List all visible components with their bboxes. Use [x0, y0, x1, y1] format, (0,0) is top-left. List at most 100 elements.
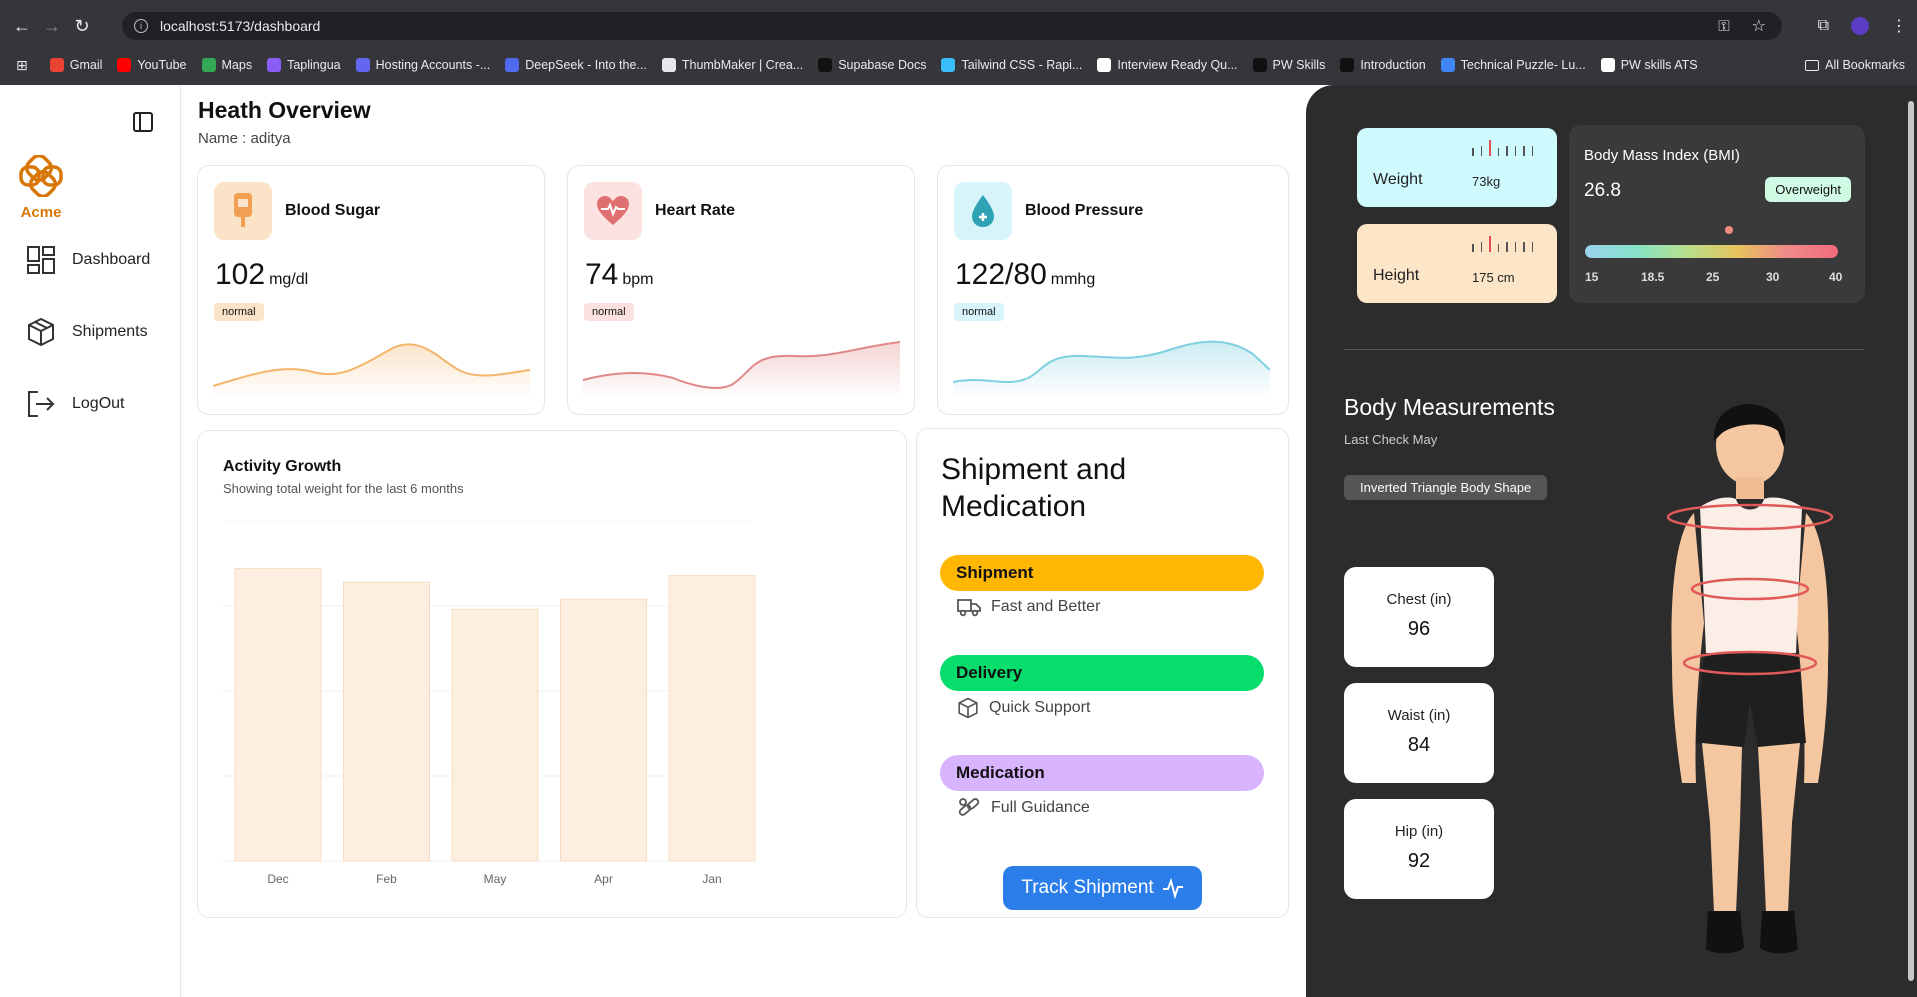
profile-avatar[interactable]: [1851, 17, 1869, 35]
bookmark-favicon-icon: [941, 58, 956, 72]
reload-icon[interactable]: ↻: [68, 12, 96, 40]
chart-x-tick-label: Dec: [267, 872, 288, 886]
bmi-status-badge: Overweight: [1765, 177, 1851, 202]
bookmark-favicon-icon: [1340, 58, 1355, 72]
scrollbar-thumb[interactable]: [1908, 101, 1914, 981]
page-title: Heath Overview: [198, 97, 371, 123]
sidebar-collapse-icon[interactable]: [133, 112, 153, 132]
delivery-detail: Quick Support: [957, 697, 1090, 719]
activity-growth-card: Activity Growth Showing total weight for…: [197, 430, 907, 918]
browser-chrome: ← → ↻ i localhost:5173/dashboard ⚿ ☆ ⧉ ⋮…: [0, 0, 1917, 85]
divider: [1344, 349, 1864, 350]
measurements-subtitle: Last Check May: [1344, 432, 1438, 447]
bookmark-item[interactable]: ThumbMaker | Crea...: [661, 58, 803, 72]
bmi-card: Body Mass Index (BMI) 26.8 Overweight 15…: [1569, 125, 1865, 303]
track-shipment-button[interactable]: Track Shipment: [1003, 866, 1202, 910]
address-bar[interactable]: i localhost:5173/dashboard ⚿ ☆: [122, 12, 1782, 40]
main-content: Heath Overview Name : aditya Blood Sugar…: [181, 85, 1306, 997]
ruler-icon: [1472, 236, 1533, 252]
pills-icon: [958, 798, 980, 816]
bookmark-star-icon[interactable]: ☆: [1752, 16, 1766, 36]
bookmark-favicon-icon: [201, 58, 216, 72]
app-root: Acme Dashboard Shipments LogOut Heath Ov…: [0, 85, 1917, 997]
bookmark-item[interactable]: Tailwind CSS - Rapi...: [941, 58, 1082, 72]
vital-value: 74 bpm: [585, 258, 654, 291]
sidebar-item-dashboard[interactable]: Dashboard: [26, 245, 150, 275]
body-figure-illustration: [1666, 404, 1834, 954]
blood-sugar-icon: [214, 182, 272, 240]
chart-bar-may[interactable]: [451, 608, 539, 862]
height-tile: Height 175 cm: [1357, 224, 1557, 303]
bookmark-item[interactable]: Gmail: [49, 58, 102, 72]
sidebar: Acme Dashboard Shipments LogOut: [0, 85, 181, 997]
bookmark-favicon-icon: [267, 58, 282, 72]
blood-drop-icon: [954, 182, 1012, 240]
truck-icon: [957, 599, 981, 617]
chart-bar-feb[interactable]: [343, 581, 430, 862]
bookmark-item[interactable]: Interview Ready Qu...: [1097, 58, 1238, 72]
bookmark-item[interactable]: Maps: [201, 58, 252, 72]
sidebar-item-shipments[interactable]: Shipments: [26, 317, 148, 347]
chest-measure-card: Chest (in) 96: [1344, 567, 1494, 667]
measurements-title: Body Measurements: [1344, 394, 1555, 420]
medication-pill[interactable]: Medication: [940, 755, 1264, 791]
bookmark-item[interactable]: YouTube: [117, 58, 187, 72]
bookmark-item[interactable]: Introduction: [1340, 58, 1426, 72]
forward-icon[interactable]: →: [38, 12, 66, 40]
bookmark-item[interactable]: Supabase Docs: [818, 58, 926, 72]
acme-logo-icon: [19, 154, 63, 198]
user-name: Name : aditya: [198, 130, 291, 147]
site-info-icon[interactable]: i: [134, 19, 148, 33]
shipment-pill[interactable]: Shipment: [940, 555, 1264, 591]
chart-bar-jan[interactable]: [668, 574, 756, 862]
waist-measure-card: Waist (in) 84: [1344, 683, 1494, 783]
height-value: 175 cm: [1472, 270, 1515, 285]
bmi-value: 26.8: [1584, 180, 1621, 201]
menu-icon[interactable]: ⋮: [1891, 16, 1907, 36]
all-bookmarks[interactable]: All Bookmarks: [1805, 58, 1905, 72]
bookmark-item[interactable]: Technical Puzzle- Lu...: [1440, 58, 1586, 72]
heart-rate-icon: [584, 182, 642, 240]
sidebar-item-logout[interactable]: LogOut: [26, 389, 124, 419]
chart-bar-dec[interactable]: [234, 568, 322, 862]
chart-x-tick-label: Jan: [702, 872, 721, 886]
activity-pulse-icon: [1162, 877, 1183, 899]
folder-icon: [1805, 59, 1820, 71]
bookmark-favicon-icon: [1600, 58, 1615, 72]
vital-card-blood-sugar: Blood Sugar 102 mg/dl normal: [197, 165, 545, 415]
chart-subtitle: Showing total weight for the last 6 mont…: [223, 481, 464, 496]
bookmark-item[interactable]: DeepSeek - Into the...: [505, 58, 647, 72]
blood-sugar-sparkline: [213, 343, 530, 399]
bookmark-item[interactable]: Hosting Accounts -...: [355, 58, 490, 72]
chart-bar-apr[interactable]: [560, 598, 647, 862]
back-icon[interactable]: ←: [8, 12, 36, 40]
bookmarks-bar: ⊞ Gmail YouTube Maps Taplingua Hosting Accou…: [0, 52, 1917, 78]
shipment-detail: Fast and Better: [957, 597, 1100, 617]
logout-icon: [28, 391, 55, 417]
sidebar-item-label: Dashboard: [72, 251, 151, 268]
bookmark-item[interactable]: PW Skills: [1252, 58, 1325, 72]
bookmark-item[interactable]: PW skills ATS: [1600, 58, 1698, 72]
scrollbar[interactable]: [1905, 85, 1917, 997]
weight-tile: Weight 73kg: [1357, 128, 1557, 207]
body-panel: Weight 73kg Height 175 cm Body Mass Inde…: [1306, 85, 1917, 997]
package-icon: [28, 317, 54, 347]
delivery-pill[interactable]: Delivery: [940, 655, 1264, 691]
height-label: Height: [1373, 267, 1420, 284]
hip-measure-card: Hip (in) 92: [1344, 799, 1494, 899]
password-key-icon[interactable]: ⚿: [1718, 18, 1729, 35]
body-shape-badge: Inverted Triangle Body Shape: [1344, 475, 1548, 500]
bookmark-favicon-icon: [505, 58, 520, 72]
bookmark-favicon-icon: [355, 58, 370, 72]
bmi-scale-bar: [1585, 245, 1838, 258]
bmi-title: Body Mass Index (BMI): [1584, 147, 1740, 164]
extensions-icon[interactable]: ⧉: [1818, 17, 1829, 35]
weight-label: Weight: [1373, 171, 1423, 188]
apps-icon[interactable]: ⊞: [16, 57, 28, 74]
vital-name: Blood Sugar: [285, 202, 381, 219]
shipment-title: Shipment and Medication: [941, 453, 1127, 523]
bookmark-item[interactable]: Taplingua: [267, 58, 341, 72]
box-icon: [958, 697, 978, 719]
ruler-icon: [1472, 140, 1533, 156]
chart-x-tick-label: May: [484, 872, 507, 886]
